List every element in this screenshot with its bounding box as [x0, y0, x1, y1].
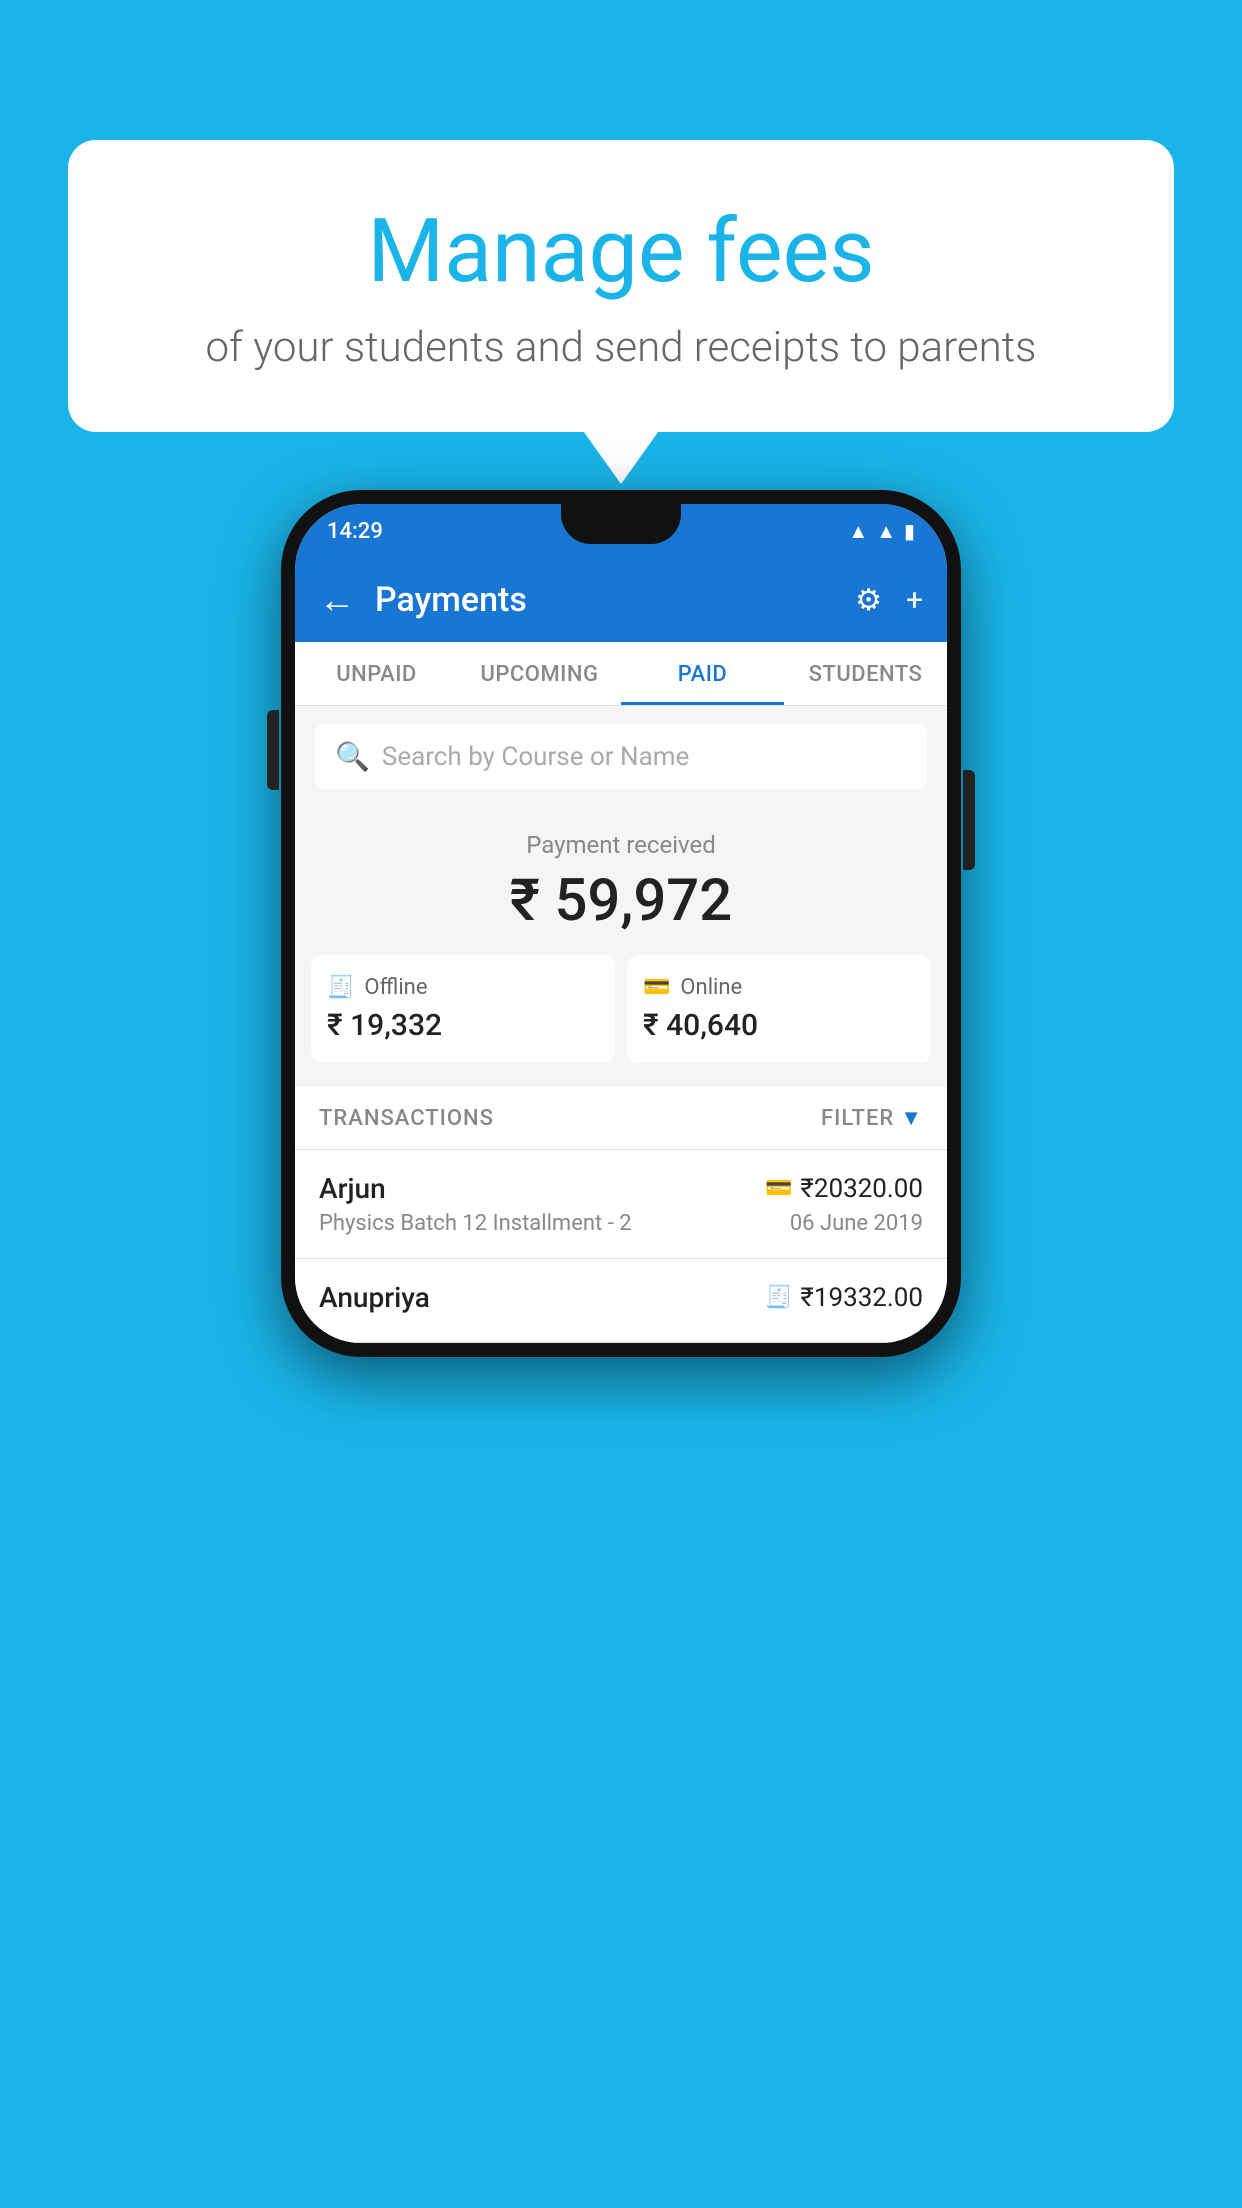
transactions-header: TRANSACTIONS FILTER ▼: [295, 1087, 947, 1150]
manage-fees-subtitle: of your students and send receipts to pa…: [148, 323, 1094, 372]
notch: [561, 504, 681, 544]
transaction-amount: ₹20320.00: [800, 1174, 923, 1204]
online-payment-card: 💳 Online ₹ 40,640: [627, 955, 931, 1063]
payment-total-amount: ₹ 59,972: [315, 867, 927, 935]
app-bar-title: Payments: [375, 580, 855, 620]
battery-icon: ▮: [904, 519, 915, 543]
tab-students[interactable]: STUDENTS: [784, 642, 947, 705]
add-button[interactable]: +: [906, 583, 923, 618]
filter-icon: ▼: [900, 1105, 923, 1131]
offline-payment-icon: 🧾: [765, 1285, 792, 1310]
online-icon: 💳: [643, 975, 670, 1000]
app-bar: ← Payments ⚙ +: [295, 558, 947, 642]
phone-outer: 14:29 ▲ ▲ ▮ ← Payments ⚙ + UNPAID: [281, 490, 961, 1357]
search-icon: 🔍: [335, 740, 370, 773]
filter-button[interactable]: FILTER ▼: [821, 1105, 923, 1131]
status-icons: ▲ ▲ ▮: [848, 519, 915, 544]
transaction-row-arjun[interactable]: Arjun 💳 ₹20320.00 Physics Batch 12 Insta…: [295, 1150, 947, 1259]
transaction-amount-row: 🧾 ₹19332.00: [765, 1283, 923, 1313]
transaction-name: Arjun: [319, 1172, 386, 1205]
manage-fees-title: Manage fees: [148, 200, 1094, 303]
settings-button[interactable]: ⚙: [855, 583, 882, 618]
payment-summary: Payment received ₹ 59,972: [295, 807, 947, 955]
speech-bubble: Manage fees of your students and send re…: [68, 140, 1174, 432]
payment-cards: 🧾 Offline ₹ 19,332 💳 Online ₹ 40,640: [295, 955, 947, 1087]
signal-icon: ▲: [876, 519, 896, 544]
offline-amount: ₹ 19,332: [327, 1008, 599, 1043]
offline-label: 🧾 Offline: [327, 975, 599, 1000]
speech-bubble-container: Manage fees of your students and send re…: [68, 140, 1174, 432]
tab-upcoming[interactable]: UPCOMING: [458, 642, 621, 705]
status-bar: 14:29 ▲ ▲ ▮: [295, 504, 947, 558]
app-bar-icons: ⚙ +: [855, 583, 923, 618]
tabs: UNPAID UPCOMING PAID STUDENTS: [295, 642, 947, 706]
tab-unpaid[interactable]: UNPAID: [295, 642, 458, 705]
filter-label: FILTER: [821, 1106, 894, 1131]
transaction-row-anupriya[interactable]: Anupriya 🧾 ₹19332.00: [295, 1259, 947, 1343]
tab-paid[interactable]: PAID: [621, 642, 784, 705]
transactions-label: TRANSACTIONS: [319, 1106, 494, 1131]
online-label: 💳 Online: [643, 975, 915, 1000]
phone-mockup: 14:29 ▲ ▲ ▮ ← Payments ⚙ + UNPAID: [281, 490, 961, 1357]
transaction-amount-row: 💳 ₹20320.00: [765, 1174, 923, 1204]
transaction-amount: ₹19332.00: [800, 1283, 923, 1313]
back-button[interactable]: ←: [319, 579, 355, 621]
status-time: 14:29: [327, 519, 383, 544]
payment-received-label: Payment received: [315, 831, 927, 859]
offline-icon: 🧾: [327, 975, 354, 1000]
online-payment-icon: 💳: [765, 1176, 792, 1201]
search-container: 🔍 Search by Course or Name: [295, 706, 947, 807]
offline-payment-card: 🧾 Offline ₹ 19,332: [311, 955, 615, 1063]
phone-screen: 14:29 ▲ ▲ ▮ ← Payments ⚙ + UNPAID: [295, 504, 947, 1343]
transaction-course: Physics Batch 12 Installment - 2: [319, 1211, 632, 1236]
transaction-name: Anupriya: [319, 1281, 430, 1314]
online-amount: ₹ 40,640: [643, 1008, 915, 1043]
search-placeholder: Search by Course or Name: [382, 742, 689, 772]
wifi-icon: ▲: [848, 519, 868, 544]
search-bar[interactable]: 🔍 Search by Course or Name: [315, 724, 927, 789]
transaction-date: 06 June 2019: [790, 1211, 923, 1236]
